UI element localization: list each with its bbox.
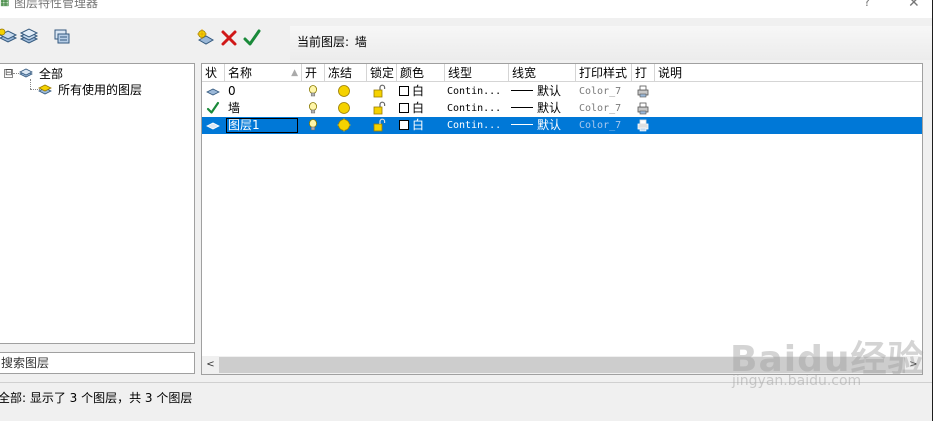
layer-plot-style[interactable]: Color_7 bbox=[579, 100, 621, 117]
app-icon: ▦ bbox=[0, 0, 10, 8]
column-header-description[interactable]: 说明 bbox=[655, 64, 922, 82]
plot-icon[interactable] bbox=[636, 101, 650, 115]
lightbulb-on-icon[interactable] bbox=[306, 118, 320, 132]
column-header-linetype[interactable]: 线型 bbox=[445, 64, 509, 82]
sort-arrow-icon: ▲ bbox=[291, 68, 298, 78]
layer-lineweight[interactable]: 默认 bbox=[511, 83, 561, 100]
layer-list: 状 名称 ▲ 开 冻结 锁定 颜色 线型 线宽 打印样式 打 说明 0 白 Con… bbox=[201, 63, 923, 375]
layer-icon bbox=[206, 84, 220, 98]
layer-plot-style[interactable]: Color_7 bbox=[579, 83, 621, 100]
current-layer-display: 当前图层: 墙 bbox=[297, 33, 367, 50]
tree-node-label: 全部 bbox=[39, 67, 64, 81]
layer-row[interactable]: 墙 白 Contin... 默认 Color_7 bbox=[202, 100, 922, 117]
layer-color[interactable]: 白 bbox=[399, 100, 424, 117]
tree-connector bbox=[30, 79, 31, 89]
lightbulb-on-icon[interactable] bbox=[306, 84, 320, 98]
column-header-name[interactable]: 名称 ▲ bbox=[225, 64, 302, 82]
column-header-plot[interactable]: 打 bbox=[632, 64, 655, 82]
search-input[interactable] bbox=[0, 353, 189, 373]
current-layer-value: 墙 bbox=[354, 35, 367, 49]
column-header-color[interactable]: 颜色 bbox=[397, 64, 445, 82]
status-text: 全部: 显示了 3 个图层，共 3 个图层 bbox=[0, 391, 193, 405]
layer-name-editor[interactable]: 图层1 bbox=[226, 118, 298, 133]
sun-thawed-icon[interactable] bbox=[337, 84, 351, 98]
plot-icon[interactable] bbox=[636, 118, 650, 132]
column-header-on[interactable]: 开 bbox=[302, 64, 325, 82]
layer-plot-style[interactable]: Color_7 bbox=[579, 117, 621, 134]
color-swatch bbox=[399, 86, 409, 96]
plot-icon[interactable] bbox=[636, 84, 650, 98]
layer-stack-icon bbox=[19, 66, 33, 80]
scroll-left-button[interactable]: < bbox=[202, 356, 219, 374]
layer-row[interactable]: 0 白 Contin... 默认 Color_7 bbox=[202, 83, 922, 100]
color-name: 白 bbox=[412, 118, 425, 132]
lineweight-sample bbox=[511, 124, 533, 125]
toolbar-background bbox=[290, 26, 932, 60]
layer-filter-icon bbox=[38, 82, 52, 96]
window-edge bbox=[933, 0, 947, 421]
layer-name[interactable]: 0 bbox=[228, 83, 236, 100]
layer-color[interactable]: 白 bbox=[399, 117, 424, 134]
lineweight-value: 默认 bbox=[537, 101, 562, 115]
help-button[interactable]: ? bbox=[864, 0, 870, 9]
new-layer-icon[interactable] bbox=[196, 28, 216, 48]
current-check-icon bbox=[206, 101, 220, 115]
new-layer-properties-filter-icon[interactable] bbox=[0, 27, 18, 47]
lineweight-sample bbox=[511, 107, 533, 108]
layer-icon bbox=[206, 118, 220, 132]
set-current-icon[interactable] bbox=[242, 28, 262, 48]
layer-row-selected[interactable]: 图层1 白 Contin... 默认 Color_7 bbox=[202, 117, 922, 134]
layer-linetype[interactable]: Contin... bbox=[447, 83, 501, 100]
column-header-status[interactable]: 状 bbox=[202, 64, 225, 82]
lineweight-value: 默认 bbox=[537, 84, 562, 98]
list-header: 状 名称 ▲ 开 冻结 锁定 颜色 线型 线宽 打印样式 打 说明 bbox=[202, 64, 922, 82]
layer-linetype[interactable]: Contin... bbox=[447, 100, 501, 117]
layer-linetype[interactable]: Contin... bbox=[447, 117, 501, 134]
tree-node-label: 所有使用的图层 bbox=[58, 83, 143, 97]
column-header-label: 名称 bbox=[228, 66, 253, 80]
layer-lineweight[interactable]: 默认 bbox=[511, 117, 561, 134]
sun-thawed-icon[interactable] bbox=[337, 118, 351, 132]
window-title: 图层特性管理器 bbox=[14, 0, 99, 10]
column-header-freeze[interactable]: 冻结 bbox=[325, 64, 367, 82]
watermark-url: jingyan.baidu.com bbox=[732, 373, 862, 389]
filter-tree: ⊟ 全部 所有使用的图层 bbox=[0, 63, 195, 344]
column-header-plot-style[interactable]: 打印样式 bbox=[576, 64, 632, 82]
sun-thawed-icon[interactable] bbox=[337, 101, 351, 115]
color-swatch bbox=[399, 120, 409, 130]
delete-layer-icon[interactable] bbox=[219, 28, 239, 48]
current-layer-label: 当前图层: bbox=[297, 35, 350, 49]
layer-name[interactable]: 墙 bbox=[228, 100, 240, 117]
unlocked-icon[interactable] bbox=[372, 101, 386, 115]
layer-lineweight[interactable]: 默认 bbox=[511, 100, 561, 117]
title-bar: ▦ 图层特性管理器 ? ✕ bbox=[0, 0, 947, 18]
column-header-lock[interactable]: 锁定 bbox=[367, 64, 397, 82]
column-header-lineweight[interactable]: 线宽 bbox=[509, 64, 576, 82]
unlocked-icon[interactable] bbox=[372, 118, 386, 132]
close-button[interactable]: ✕ bbox=[908, 0, 920, 11]
lightbulb-on-icon[interactable] bbox=[306, 101, 320, 115]
unlocked-icon[interactable] bbox=[372, 84, 386, 98]
lineweight-value: 默认 bbox=[537, 118, 562, 132]
search-layer-box[interactable] bbox=[0, 352, 195, 374]
tree-expander[interactable]: ⊟ bbox=[4, 69, 13, 78]
color-name: 白 bbox=[412, 101, 425, 115]
new-layer-group-filter-icon[interactable] bbox=[19, 27, 39, 47]
color-name: 白 bbox=[412, 84, 425, 98]
lineweight-sample bbox=[511, 90, 533, 91]
layer-states-manager-icon[interactable] bbox=[52, 27, 72, 47]
layer-color[interactable]: 白 bbox=[399, 83, 424, 100]
color-swatch bbox=[399, 103, 409, 113]
